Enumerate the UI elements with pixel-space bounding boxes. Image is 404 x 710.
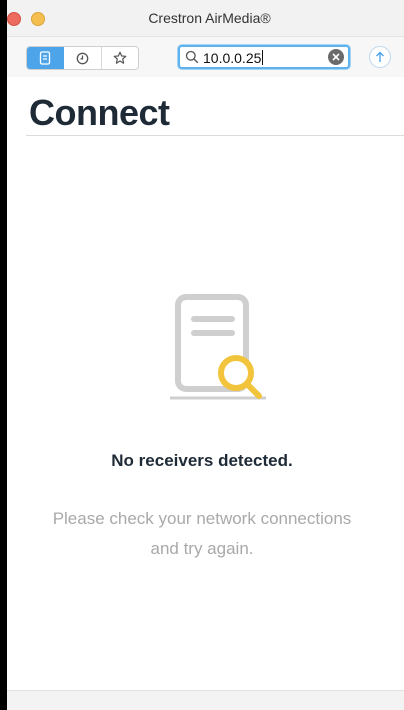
connect-button[interactable] — [369, 46, 391, 68]
tab-receivers[interactable] — [27, 47, 65, 69]
search-input[interactable]: 10.0.0.25 — [203, 50, 264, 66]
text-caret — [262, 50, 264, 65]
close-icon — [332, 53, 340, 61]
empty-state-description-line1: Please check your network connections — [52, 509, 352, 528]
arrow-up-icon — [376, 51, 384, 62]
empty-state-description-line2: and try again. — [150, 539, 254, 558]
bottom-bar — [7, 690, 404, 710]
star-icon — [113, 51, 127, 64]
divider — [26, 135, 404, 136]
no-receivers-illustration — [170, 294, 266, 400]
clear-search-button[interactable] — [328, 49, 344, 65]
title-bar[interactable]: Crestron AirMedia® — [7, 0, 404, 37]
empty-state-description: Please check your network connections an… — [7, 504, 404, 564]
toolbar: 10.0.0.25 — [7, 37, 404, 77]
app-window: Crestron AirMedia® 10.0.0.25 Connect No … — [7, 0, 404, 710]
document-icon — [40, 51, 51, 65]
search-field[interactable]: 10.0.0.25 — [178, 45, 350, 69]
search-icon — [185, 50, 199, 64]
view-tabs — [26, 46, 139, 70]
empty-state-title: No receivers detected. — [111, 451, 293, 470]
page-title: Connect — [29, 92, 170, 133]
tab-favorites[interactable] — [102, 47, 138, 69]
tab-history[interactable] — [64, 47, 102, 69]
window-title: Crestron AirMedia® — [148, 10, 271, 26]
search-value: 10.0.0.25 — [203, 50, 262, 66]
clock-icon — [76, 52, 89, 64]
